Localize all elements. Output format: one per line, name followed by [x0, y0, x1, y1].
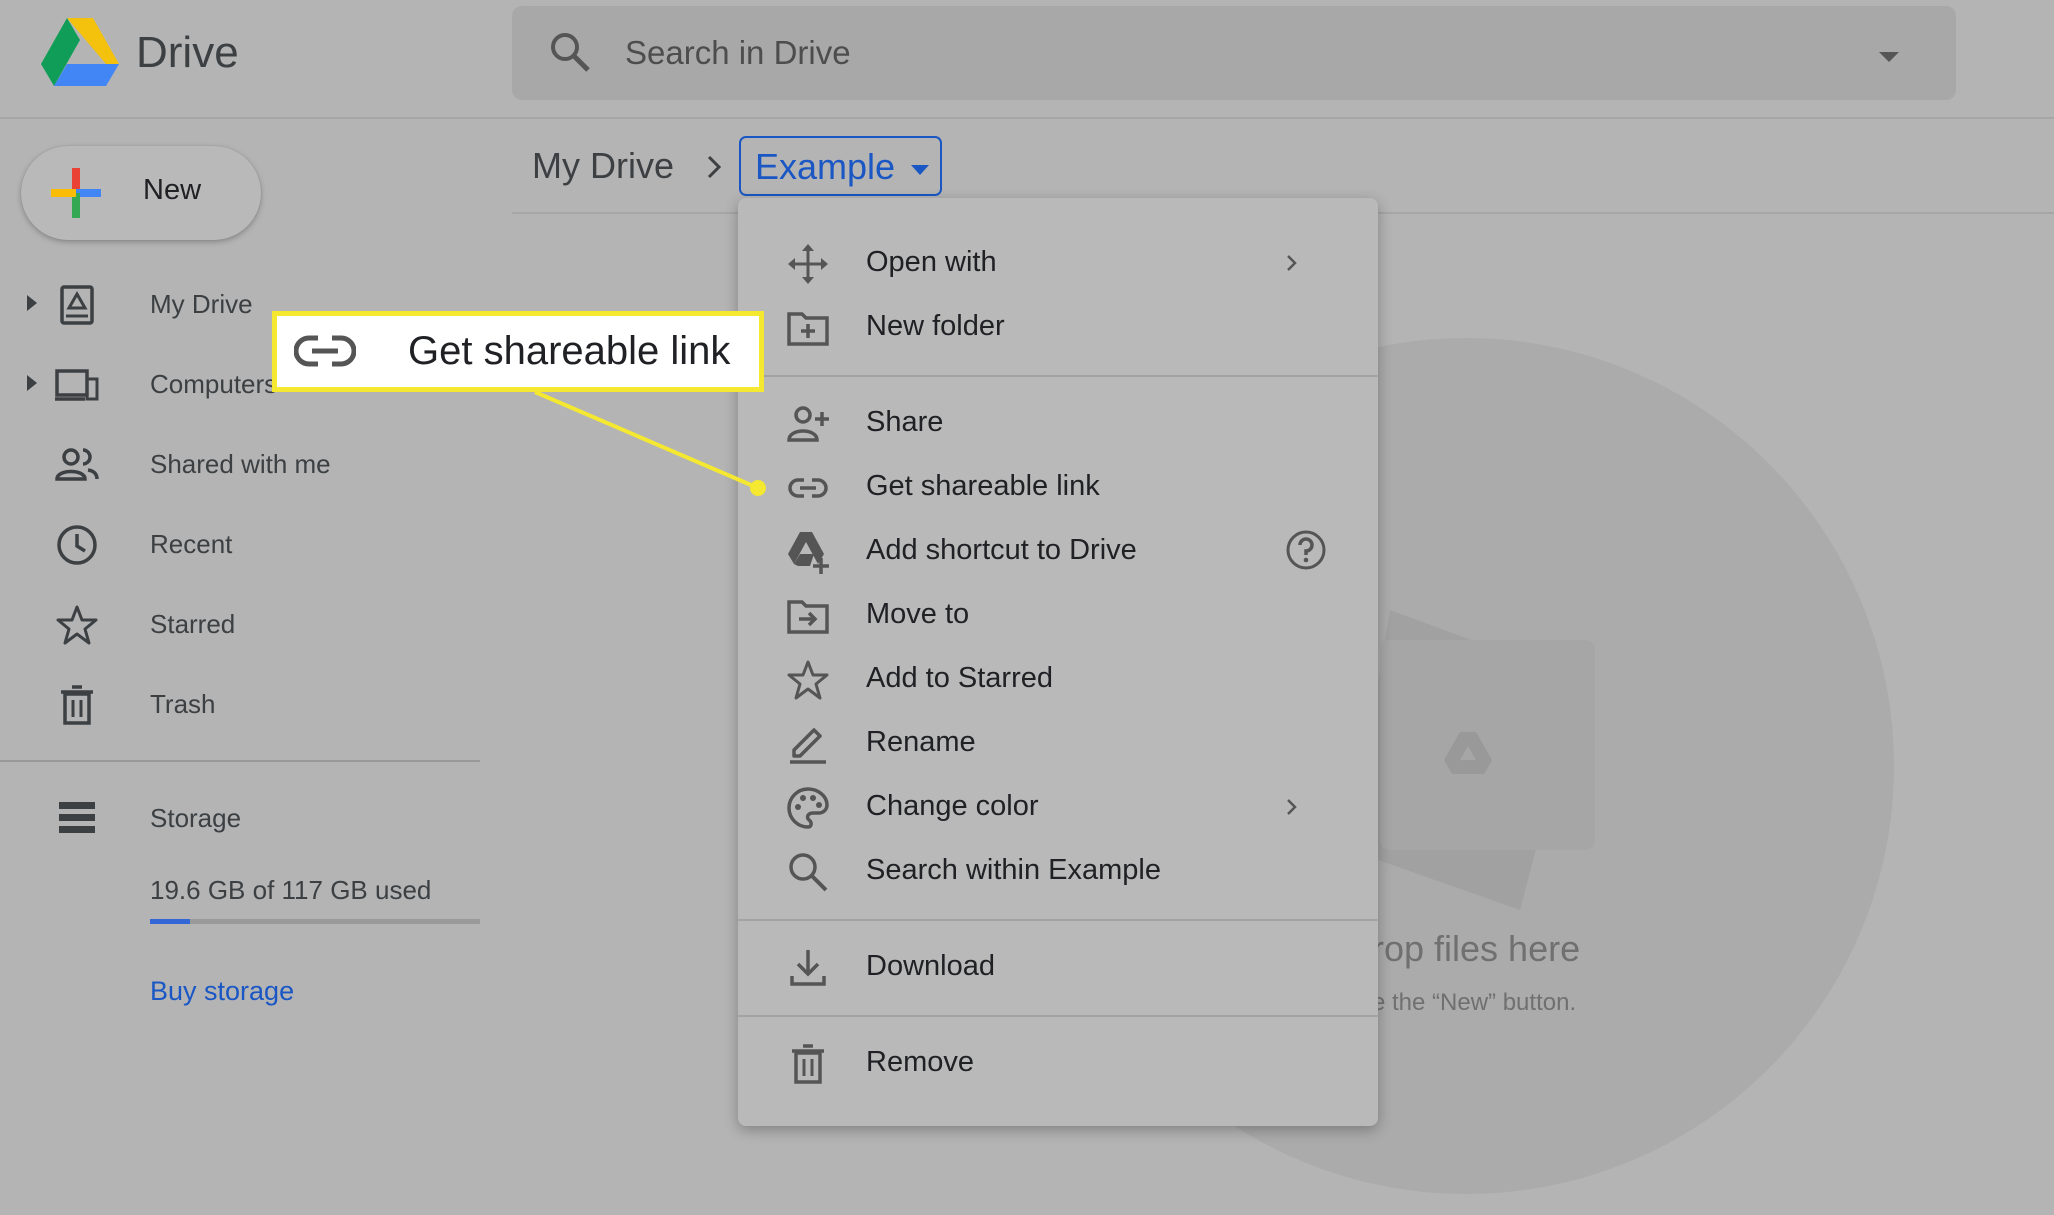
- dropdown-arrow-icon: [909, 163, 931, 177]
- menu-item-search-within[interactable]: Search within Example: [738, 838, 1378, 902]
- sidebar-item-label: Recent: [150, 529, 233, 559]
- move-to-folder-icon: [786, 594, 830, 638]
- breadcrumb-current-label: Example: [755, 146, 896, 187]
- menu-item-download[interactable]: Download: [738, 934, 1378, 998]
- new-folder-icon: [786, 306, 830, 350]
- new-button-label: New: [143, 174, 202, 206]
- expand-arrow-icon[interactable]: [24, 293, 40, 313]
- trash-icon: [55, 683, 99, 727]
- plus-icon: [51, 168, 101, 218]
- menu-item-label: New folder: [866, 310, 1005, 342]
- download-icon: [786, 946, 830, 990]
- storage-icon: [55, 800, 99, 836]
- share-person-add-icon: [786, 402, 830, 446]
- search-input[interactable]: Search in Drive: [625, 34, 851, 72]
- sidebar-item-label: Trash: [150, 689, 216, 719]
- menu-divider: [738, 919, 1378, 921]
- link-icon: [786, 466, 830, 510]
- help-icon[interactable]: [1284, 528, 1328, 572]
- star-icon: [55, 603, 99, 647]
- menu-item-label: Change color: [866, 790, 1039, 822]
- search-icon: [786, 850, 830, 894]
- menu-item-share[interactable]: Share: [738, 390, 1378, 454]
- storage-usage-fill: [150, 919, 190, 924]
- drop-files-subtitle: e the “New” button.: [1372, 989, 1577, 1016]
- open-with-icon: [786, 242, 830, 286]
- storage-label[interactable]: Storage: [150, 803, 241, 834]
- menu-item-get-shareable-link[interactable]: Get shareable link: [738, 454, 1378, 518]
- sidebar-item-label: My Drive: [150, 289, 253, 319]
- link-icon: [294, 332, 356, 370]
- menu-item-label: Search within Example: [866, 854, 1161, 886]
- sidebar-item-label: Computers: [150, 369, 278, 399]
- computers-icon: [55, 363, 99, 407]
- menu-item-add-shortcut[interactable]: Add shortcut to Drive: [738, 518, 1378, 582]
- menu-item-open-with[interactable]: Open with: [738, 230, 1378, 294]
- menu-divider: [738, 375, 1378, 377]
- drop-files-title: rop files here: [1372, 928, 1581, 969]
- menu-item-label: Rename: [866, 726, 976, 758]
- menu-item-remove[interactable]: Remove: [738, 1030, 1378, 1094]
- callout-box: Get shareable link: [272, 311, 764, 392]
- menu-item-new-folder[interactable]: New folder: [738, 294, 1378, 358]
- sidebar-item-label: Starred: [150, 609, 236, 639]
- buy-storage-link[interactable]: Buy storage: [150, 976, 294, 1007]
- chevron-right-icon: [702, 152, 726, 182]
- menu-item-add-to-starred[interactable]: Add to Starred: [738, 646, 1378, 710]
- chevron-right-icon: [1282, 250, 1302, 276]
- expand-arrow-icon[interactable]: [24, 373, 40, 393]
- menu-item-label: Share: [866, 406, 944, 438]
- star-icon: [786, 658, 830, 702]
- callout-label: Get shareable link: [408, 329, 731, 373]
- clock-icon: [55, 523, 99, 567]
- storage-usage-text: 19.6 GB of 117 GB used: [150, 875, 432, 905]
- chevron-right-icon: [1282, 794, 1302, 820]
- drive-folder-illustration: [1350, 610, 1600, 910]
- sidebar-item-shared-with-me[interactable]: Shared with me: [0, 429, 480, 499]
- sidebar-item-trash[interactable]: Trash: [0, 669, 480, 739]
- menu-item-change-color[interactable]: Change color: [738, 774, 1378, 838]
- menu-item-label: Move to: [866, 598, 970, 630]
- sidebar-item-recent[interactable]: Recent: [0, 509, 480, 579]
- breadcrumb-current-folder[interactable]: Example: [739, 136, 942, 196]
- search-bar[interactable]: Search in Drive: [512, 6, 1956, 100]
- search-options-dropdown-icon[interactable]: [1874, 42, 1904, 72]
- menu-item-label: Remove: [866, 1046, 974, 1078]
- sidebar-item-starred[interactable]: Starred: [0, 589, 480, 659]
- sidebar-item-label: Shared with me: [150, 449, 331, 479]
- trash-icon: [786, 1042, 830, 1086]
- google-drive-logo[interactable]: [41, 18, 119, 88]
- breadcrumb-my-drive[interactable]: My Drive: [532, 145, 674, 187]
- menu-item-label: Get shareable link: [866, 470, 1100, 502]
- menu-item-label: Add to Starred: [866, 662, 1053, 694]
- app-title: Drive: [136, 28, 239, 77]
- menu-item-label: Download: [866, 950, 995, 982]
- shared-with-me-icon: [55, 443, 99, 487]
- menu-item-label: Open with: [866, 246, 997, 278]
- menu-divider: [738, 1015, 1378, 1017]
- sidebar-divider: [0, 760, 480, 762]
- palette-icon: [786, 786, 830, 830]
- menu-item-label: Add shortcut to Drive: [866, 534, 1137, 566]
- storage-usage-bar: [150, 919, 480, 924]
- new-button[interactable]: New: [21, 146, 261, 240]
- pencil-icon: [786, 722, 830, 766]
- header-divider: [0, 117, 2054, 119]
- my-drive-icon: [55, 283, 99, 327]
- add-shortcut-drive-icon: [786, 530, 830, 574]
- menu-item-rename[interactable]: Rename: [738, 710, 1378, 774]
- folder-context-menu: Open with New folder Share Get shareable…: [738, 198, 1378, 1126]
- menu-item-move-to[interactable]: Move to: [738, 582, 1378, 646]
- search-icon[interactable]: [548, 30, 592, 74]
